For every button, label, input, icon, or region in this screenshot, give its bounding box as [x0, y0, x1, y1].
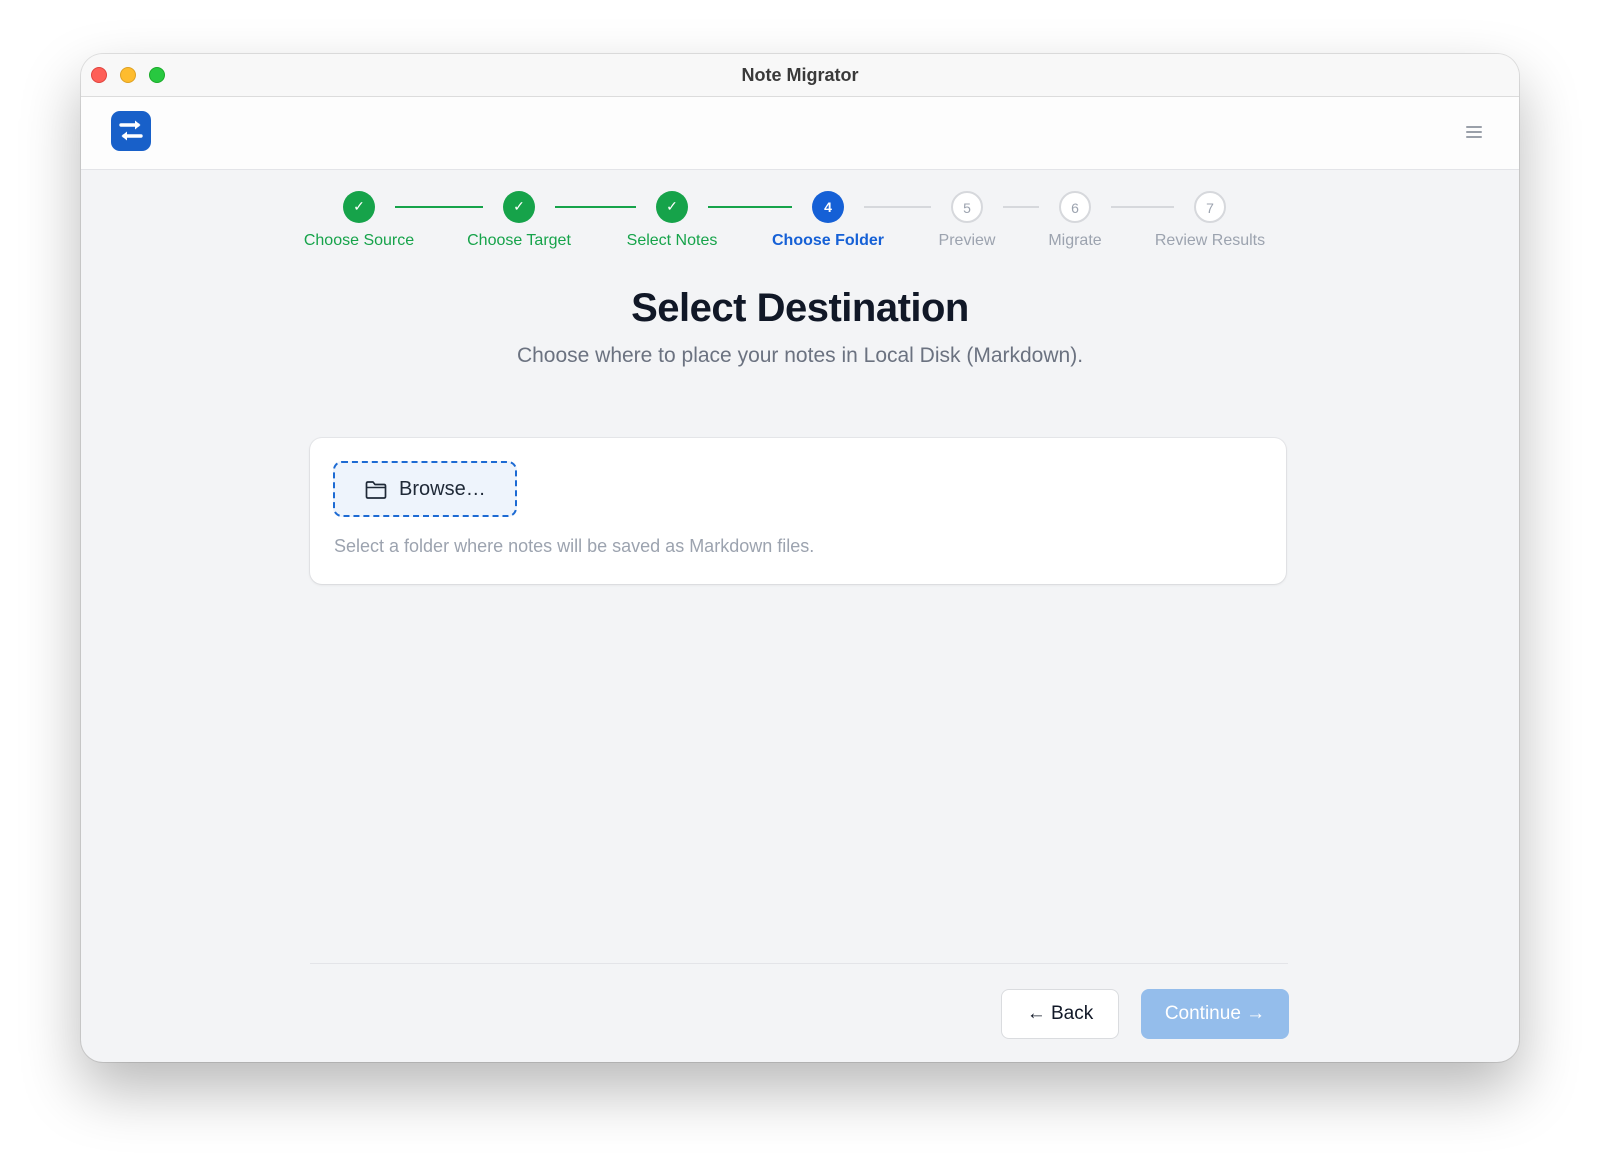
step-connector	[1003, 206, 1039, 208]
step-label: Select Notes	[626, 232, 718, 249]
page-title: Select Destination	[631, 286, 969, 330]
step-check-icon: ✓	[503, 191, 535, 223]
folder-icon	[365, 481, 387, 499]
step-number-badge: 4	[812, 191, 844, 223]
step-number-badge: 7	[1194, 191, 1226, 223]
step-connector	[555, 206, 636, 208]
step-label: Choose Target	[467, 232, 571, 249]
step-label: Preview	[938, 232, 996, 249]
step-label: Migrate	[1048, 232, 1102, 249]
app-window: Note Migrator ✓ Choose Source ✓ Choose Targ…	[81, 54, 1519, 1062]
browse-button[interactable]: Browse…	[333, 461, 517, 517]
page-subtitle: Choose where to place your notes in Loca…	[516, 344, 1084, 367]
step-connector	[864, 206, 931, 208]
step-connector	[708, 206, 792, 208]
step-check-icon: ✓	[656, 191, 688, 223]
step-label: Choose Folder	[771, 232, 885, 249]
step-label: Choose Source	[303, 232, 415, 249]
continue-button[interactable]: Continue →	[1141, 989, 1289, 1039]
step-number-badge: 6	[1059, 191, 1091, 223]
folder-hint-text: Select a folder where notes will be save…	[334, 536, 815, 556]
browse-button-label: Browse…	[399, 478, 486, 500]
step-check-icon: ✓	[343, 191, 375, 223]
step-connector	[1111, 206, 1174, 208]
destination-card: Browse… Select a folder where notes will…	[310, 438, 1286, 584]
progress-stepper: ✓ Choose Source ✓ Choose Target ✓ Select Note…	[81, 54, 1519, 314]
step-label: Review Results	[1154, 232, 1266, 249]
footer-divider	[310, 963, 1288, 964]
back-button[interactable]: ← Back	[1001, 989, 1119, 1039]
step-number-badge: 5	[951, 191, 983, 223]
step-connector	[395, 206, 483, 208]
